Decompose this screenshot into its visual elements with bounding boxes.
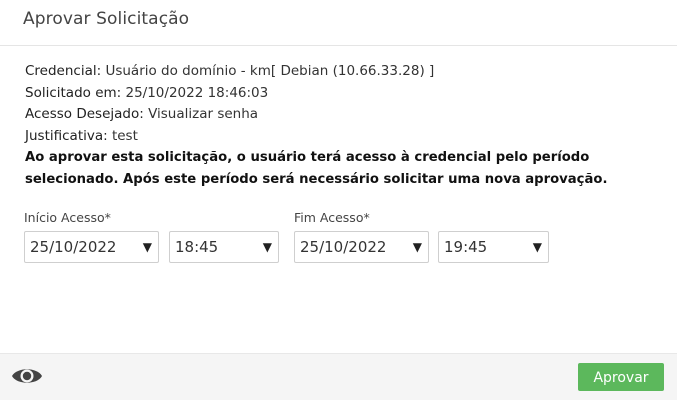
dialog-footer xyxy=(0,353,677,400)
approve-button[interactable]: Aprovar xyxy=(578,363,664,391)
solicitado-value: 25/10/2022 18:46:03 xyxy=(121,84,269,101)
credencial-label: Credencial: xyxy=(25,63,102,79)
inicio-acesso-label: Início Acesso* xyxy=(24,210,111,225)
chevron-down-icon: ▼ xyxy=(262,240,272,254)
chevron-down-icon: ▼ xyxy=(532,240,542,254)
request-info: Credencial: Usuário do domínio - km[ Deb… xyxy=(25,61,665,191)
eye-icon[interactable] xyxy=(11,365,43,387)
acesso-label: Acesso Desejado: xyxy=(25,106,144,122)
dialog-title: Aprovar Solicitação xyxy=(23,9,190,29)
inicio-date-value: 25/10/2022 xyxy=(30,238,117,256)
fim-acesso-label: Fim Acesso* xyxy=(294,210,370,225)
acesso-row: Acesso Desejado: Visualizar senha xyxy=(25,104,665,126)
approval-warning: Ao aprovar esta solicitação, o usuário t… xyxy=(25,150,608,187)
credencial-value: Usuário do domínio - km[ Debian (10.66.3… xyxy=(101,63,435,79)
inicio-time-value: 18:45 xyxy=(175,238,219,256)
inicio-time-select[interactable]: 18:45 ▼ xyxy=(169,231,279,263)
fim-date-value: 25/10/2022 xyxy=(300,238,387,256)
justificativa-value: test xyxy=(107,127,138,144)
fim-time-value: 19:45 xyxy=(444,238,488,256)
inicio-date-select[interactable]: 25/10/2022 ▼ xyxy=(24,231,159,263)
justificativa-row: Justificativa: test xyxy=(25,126,665,148)
credencial-row: Credencial: Usuário do domínio - km[ Deb… xyxy=(25,61,665,83)
acesso-value: Visualizar senha xyxy=(143,106,259,122)
fim-date-select[interactable]: 25/10/2022 ▼ xyxy=(294,231,429,263)
dialog-header: Aprovar Solicitação xyxy=(0,0,677,46)
solicitado-label: Solicitado em: xyxy=(25,84,122,101)
fim-time-select[interactable]: 19:45 ▼ xyxy=(438,231,549,263)
justificativa-label: Justificativa: xyxy=(25,127,108,144)
solicitado-row: Solicitado em: 25/10/2022 18:46:03 xyxy=(25,83,665,105)
chevron-down-icon: ▼ xyxy=(142,240,152,254)
chevron-down-icon: ▼ xyxy=(412,240,422,254)
